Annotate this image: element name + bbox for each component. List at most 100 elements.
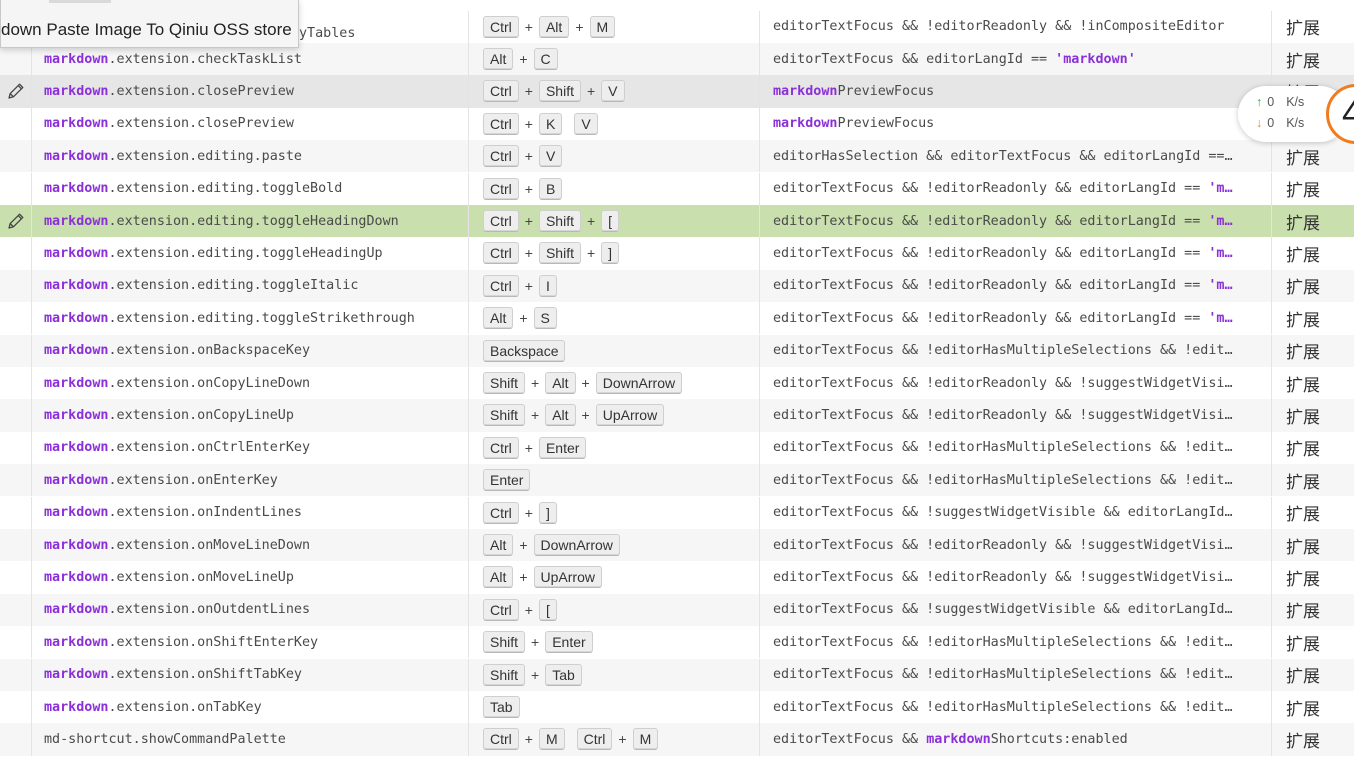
keybinding-row[interactable]: markdown.extension.editing.toggleItalic C…	[0, 269, 1354, 303]
command-text: .extension.editing.toggleHeadingDown	[108, 213, 399, 229]
key-plus: +	[519, 51, 528, 68]
key-cap: Tab	[545, 663, 582, 686]
keybinding-cell: Ctrl + Shift +]	[468, 237, 760, 270]
keybinding-row[interactable]: markdown.extension.onMoveLineUp Alt + UpArr…	[0, 561, 1354, 594]
key-plus: +	[524, 115, 533, 132]
source-cell: 扩展	[1271, 172, 1354, 205]
keybinding-cell: Alt + S	[468, 302, 760, 335]
command-id: md-shortcut.showCommandPalette	[44, 732, 466, 747]
upload-value: 0	[1267, 95, 1275, 109]
keybinding-cell: Ctrl + M Ctrl + M	[468, 723, 760, 756]
key-plus: +	[531, 375, 540, 392]
keybinding-cell: Tab	[468, 690, 760, 724]
download-value: 0	[1267, 116, 1275, 130]
when-segment: editorTextFocus && !editorReadonly && !s…	[773, 537, 1233, 553]
keybinding-row[interactable]: markdown.extension.editing.toggleStriket…	[0, 302, 1354, 335]
command-id: markdown.extension.editing.toggleHeading…	[44, 214, 466, 229]
when-segment: editorTextFocus && !editorReadonly && !s…	[773, 407, 1233, 423]
when-clause: editorTextFocus && !editorHasMultipleSel…	[773, 700, 1269, 715]
keybinding-row[interactable]: markdown.extension.onShiftTabKey Shift + Ta…	[0, 658, 1354, 691]
keybinding-row[interactable]: markdown.extension.closePreview Ctrl + Shif…	[0, 75, 1354, 108]
network-speed-widget[interactable]: ↑ 0 K/s ↓ 0 K/s 4	[1238, 84, 1354, 144]
pencil-edit-icon[interactable]	[6, 211, 26, 231]
when-segment: editorHasSelection && editorTextFocus &&…	[773, 148, 1233, 164]
keybinding-row[interactable]: markdown.extension.onOutdentLines Ctrl + [e…	[0, 593, 1354, 627]
key-cap: Ctrl	[483, 436, 519, 459]
edit-cell[interactable]	[0, 75, 32, 108]
command-text: .extension.onCtrlEnterKey	[108, 440, 311, 456]
when-clause: editorTextFocus && !suggestWidgetVisible…	[773, 505, 1269, 520]
pencil-edit-icon[interactable]	[6, 81, 26, 101]
command-namespace: markdown	[44, 310, 109, 326]
when-segment: 'm…	[1208, 245, 1233, 261]
command-namespace: markdown	[44, 505, 109, 521]
keybinding-row[interactable]: md-shortcut.showCommandPalette Ctrl + M Ctrl…	[0, 723, 1354, 756]
keybinding-row[interactable]: markdown.extension.onCopyLineUp Shift + Alt…	[0, 399, 1354, 432]
command-namespace: markdown	[44, 213, 109, 229]
source-cell: 扩展	[1271, 42, 1354, 76]
key-cap: Alt	[545, 372, 576, 395]
source-cell: 扩展	[1271, 626, 1354, 659]
edit-cell	[0, 172, 32, 205]
upload-arrow-icon: ↑	[1256, 95, 1263, 109]
keybinding-row[interactable]: markdown.extension.editing.toggleHeading…	[0, 237, 1354, 270]
source-cell: 扩展	[1271, 237, 1354, 270]
source-cell: 扩展	[1271, 658, 1354, 691]
keybinding-cell: Alt + DownArrow	[468, 528, 760, 562]
keybinding-row[interactable]: markdown.extension.onEnterKey Enter editor…	[0, 464, 1354, 497]
keybinding-row[interactable]: markdown.extension.onMoveLineDown Alt + Dow…	[0, 528, 1354, 562]
command-id: markdown.extension.onCtrlEnterKey	[44, 440, 466, 455]
command-text: .extension.onCopyLineDown	[108, 375, 311, 391]
when-segment: editorTextFocus && !editorReadonly && ed…	[773, 245, 1209, 261]
keybinding-row[interactable]: markdown.extension.onShiftEnterKey Shift +…	[0, 626, 1354, 659]
keybinding-row[interactable]: markdown.extension.editing.paste Ctrl + V ed…	[0, 140, 1354, 173]
keybinding-row[interactable]: markdown.extension.onIndentLines Ctrl +] ed…	[0, 496, 1354, 529]
key-cap: V	[574, 112, 598, 135]
command-id: markdown.extension.editing.toggleHeading…	[44, 246, 466, 261]
when-clause: editorTextFocus && !editorReadonly && ed…	[773, 246, 1269, 261]
key-cap: [	[601, 210, 620, 233]
keybinding-row[interactable]: markdown.extension.editing.toggleHeading…	[0, 204, 1354, 238]
keybinding-row[interactable]: markdown.extension.editing.toggleBold Ctr…	[0, 172, 1354, 205]
command-text: .extension.onEnterKey	[108, 472, 278, 488]
tooltip-text: down Paste Image To Qiniu OSS store	[1, 20, 292, 39]
when-segment: editorTextFocus && !editorReadonly && !i…	[773, 19, 1225, 35]
keybinding-row[interactable]: markdown.extension.onTabKey Tab editorText…	[0, 690, 1354, 724]
command-text: .extension.onShiftEnterKey	[108, 634, 319, 650]
keybinding-row[interactable]: markdown.extension.onBackspaceKey Backspa…	[0, 334, 1354, 367]
command-text: yTables	[299, 26, 356, 42]
command-text: .extension.onShiftTabKey	[108, 667, 302, 683]
keybinding-cell: Ctrl + V	[468, 140, 760, 173]
key-plus: +	[531, 634, 540, 651]
download-unit: K/s	[1286, 116, 1305, 130]
edit-cell	[0, 723, 32, 756]
command-id: markdown.extension.onShiftTabKey	[44, 667, 466, 682]
source-cell: 扩展	[1271, 528, 1354, 562]
keybinding-cell: Alt + C	[468, 42, 760, 76]
command-id: markdown.extension.onCopyLineUp	[44, 408, 466, 423]
key-cap: Ctrl	[483, 80, 519, 103]
command-namespace: markdown	[44, 602, 109, 618]
key-cap: Alt	[483, 48, 514, 71]
key-cap: Ctrl	[483, 242, 519, 265]
keybinding-row[interactable]: markdown.extension.onCopyLineDown Shift + A…	[0, 366, 1354, 400]
when-segment: 'm…	[1208, 181, 1233, 197]
edit-cell[interactable]	[0, 204, 32, 238]
keybinding-cell: Ctrl + B	[468, 172, 760, 205]
key-cap: Ctrl	[483, 112, 519, 135]
edit-cell	[0, 334, 32, 367]
key-cap: Enter	[538, 436, 587, 459]
edit-cell	[0, 269, 32, 303]
source-cell: 扩展	[1271, 399, 1354, 432]
when-segment: editorTextFocus &&	[773, 731, 927, 747]
key-cap: Alt	[483, 307, 514, 330]
command-namespace: markdown	[44, 51, 109, 67]
command-text: .extension.editing.paste	[108, 148, 302, 164]
download-arrow-icon: ↓	[1256, 116, 1263, 130]
command-namespace: markdown	[44, 699, 109, 715]
command-id: markdown.extension.editing.paste	[44, 149, 466, 164]
keybinding-cell: Enter	[468, 464, 760, 497]
key-plus: +	[586, 213, 596, 230]
keybinding-row[interactable]: markdown.extension.closePreview Ctrl + K Vma…	[0, 107, 1354, 141]
keybinding-row[interactable]: markdown.extension.onCtrlEnterKey Ctrl + En…	[0, 431, 1354, 465]
